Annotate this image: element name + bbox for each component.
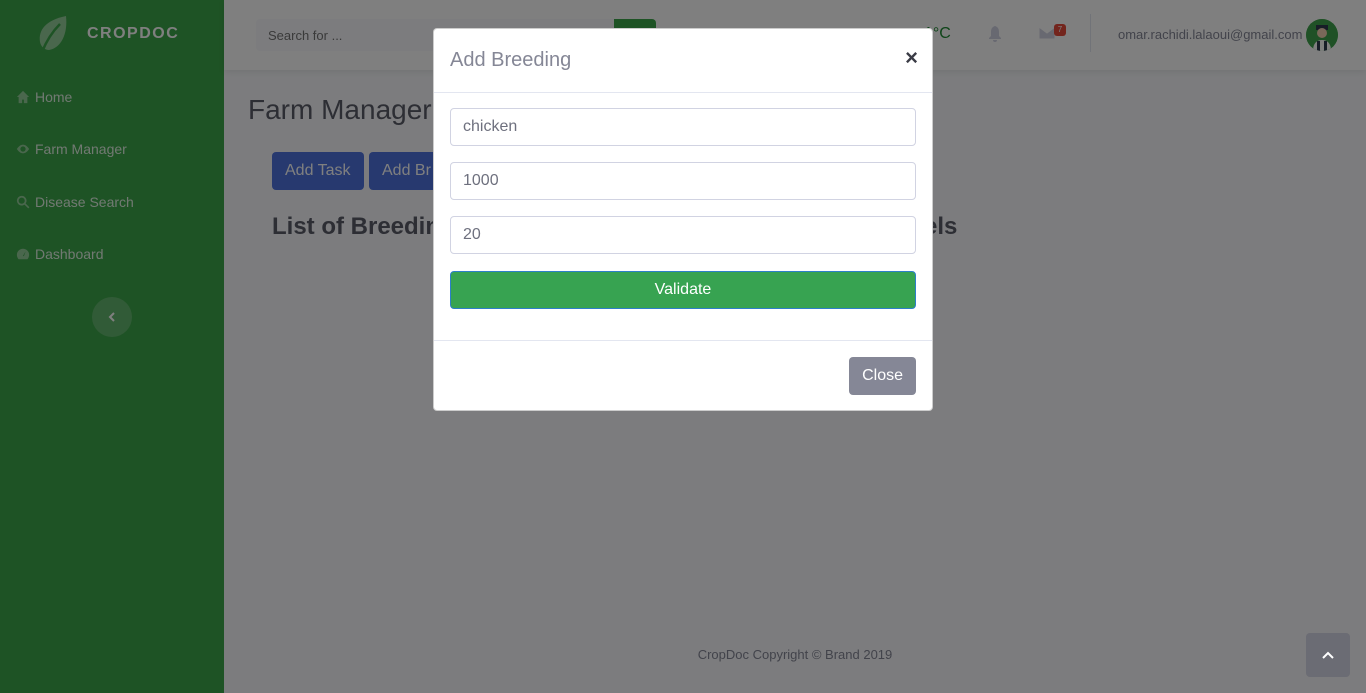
close-button[interactable]: Close xyxy=(849,357,916,395)
modal-body: Validate xyxy=(434,93,932,341)
chevron-up-icon xyxy=(1322,651,1334,659)
scroll-to-top-button[interactable] xyxy=(1306,633,1350,677)
breeding-age-input[interactable] xyxy=(450,216,916,254)
validate-button[interactable]: Validate xyxy=(450,271,916,309)
modal-title: Add Breeding xyxy=(450,49,572,71)
breeding-type-input[interactable] xyxy=(450,108,916,146)
modal-header: Add Breeding × xyxy=(434,29,932,93)
breeding-quantity-input[interactable] xyxy=(450,162,916,200)
close-icon[interactable]: × xyxy=(905,46,918,70)
add-breeding-modal: Add Breeding × Validate Close xyxy=(433,28,933,411)
